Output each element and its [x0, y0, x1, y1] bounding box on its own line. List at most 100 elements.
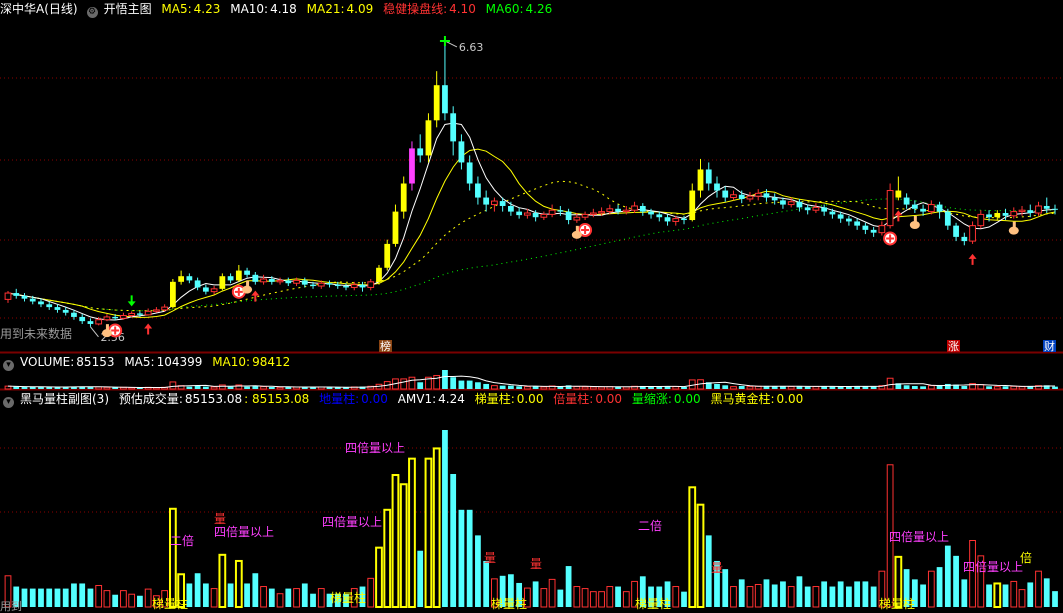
sub-volume-bar: [276, 593, 284, 608]
candle: [540, 211, 548, 221]
shrink-value: 0.00: [673, 392, 701, 406]
sub-volume-bar: [920, 584, 926, 607]
ma10-line: [7, 148, 1056, 318]
vol-ma5-value: 104399: [156, 355, 203, 369]
volume-bar: [944, 383, 951, 389]
candle: [87, 318, 94, 327]
candle: [870, 227, 877, 237]
sub-volume-bar: [103, 590, 111, 608]
sub-volume-bar: [54, 588, 61, 607]
volume-value: 85153: [76, 355, 115, 369]
sub-volume-bar: [218, 553, 227, 608]
sub-volume-bar: [746, 586, 754, 608]
sub-volume-bar: [38, 588, 44, 607]
sub-volume-bar: [367, 577, 375, 608]
candle: [367, 279, 375, 291]
high-price-label: 6.63: [459, 41, 484, 54]
volume-bar: [450, 377, 457, 389]
sub-volume-bar: [62, 588, 69, 607]
volume-bar: [681, 386, 687, 389]
sub-volume-bar: [598, 591, 605, 608]
collapse-circle-icon[interactable]: ▾: [3, 360, 14, 371]
candle: [458, 134, 465, 170]
sub-volume-bar: [993, 582, 1002, 608]
bottom-note: 用到: [0, 600, 22, 613]
volume-bar: [986, 386, 992, 389]
candle: [169, 279, 176, 309]
volume-bar: [1018, 386, 1026, 390]
est-volume-label: 预估成交量:: [118, 392, 183, 406]
sub-volume-bar: [137, 595, 143, 607]
candle: [409, 141, 415, 191]
gold-value: 0.00: [776, 392, 804, 406]
sub-title[interactable]: 黑马量柱副图(3): [20, 392, 109, 406]
candle: [631, 201, 638, 214]
four-times-label: 四倍量以上: [963, 559, 1023, 574]
candle: [54, 304, 61, 313]
sub-volume-bar: [301, 583, 308, 607]
volume-bar: [112, 387, 119, 389]
candle: [4, 290, 12, 303]
ladder-label: 梯量柱:: [474, 392, 515, 406]
vol-ma5-label: MA5:: [124, 355, 155, 369]
ma60-label: MA60:: [485, 2, 524, 16]
volume-bar: [977, 384, 985, 390]
ma21-value: 4.09: [346, 2, 374, 16]
collapse-circle-icon[interactable]: ▾: [3, 397, 14, 408]
volume-bar: [746, 386, 754, 390]
ma21-line: [7, 180, 1056, 312]
candle: [202, 284, 209, 295]
vol-ma10-value: 98412: [252, 355, 291, 369]
sub-volume-bar: [244, 583, 250, 607]
sub-volume-bar: [29, 588, 36, 607]
sub-volume-bar: [846, 586, 852, 607]
volume-bar: [13, 386, 20, 389]
bei-label: 倍: [1020, 550, 1032, 565]
volume-bar: [714, 383, 720, 389]
candle: [161, 304, 169, 312]
sub-volume-bar: [1052, 591, 1058, 607]
volume-bar: [738, 385, 745, 389]
candle: [1010, 207, 1018, 219]
sub-volume-bar: [557, 589, 564, 607]
four-times-label: 四倍量以上: [322, 514, 382, 529]
four-times-label: 四倍量以上: [889, 529, 949, 544]
low-volume-value: 0.00: [361, 392, 388, 406]
sub-volume-bar: [1043, 578, 1050, 607]
candle: [944, 208, 951, 230]
ladder-value: 0.00: [516, 392, 544, 406]
candle: [350, 281, 358, 291]
settings-circle-icon[interactable]: ⚙: [86, 7, 98, 18]
sub-volume-bar: [615, 586, 621, 607]
volume-bar: [202, 386, 209, 389]
candle: [565, 208, 572, 225]
volume-bar: [483, 383, 490, 389]
template-name[interactable]: 开悟主图: [104, 2, 152, 16]
volume-bar: [268, 386, 275, 389]
sub-volume-bar: [202, 583, 209, 607]
volume-bar: [169, 381, 177, 390]
ladder-label: 梯量柱: [491, 596, 527, 611]
candle: [1035, 201, 1042, 216]
candle: [433, 71, 440, 128]
volume-bar: [886, 377, 894, 390]
up-arrow-icon: [968, 253, 977, 265]
stock-title[interactable]: 深中华A(日线): [0, 2, 78, 16]
sub-volume-bar: [837, 581, 844, 607]
buy-signal-icon: [883, 231, 898, 246]
sub-volume-bar: [1027, 582, 1034, 607]
candle: [780, 197, 786, 209]
volume-bar: [1010, 385, 1018, 390]
volume-bar: [903, 385, 910, 389]
low-volume-label: 地量柱:: [319, 392, 360, 406]
four-times-label: 四倍量以上: [214, 524, 274, 539]
candle: [285, 277, 292, 287]
candle: [491, 197, 498, 212]
candle: [977, 210, 985, 229]
volume-bar: [829, 386, 836, 389]
sub-volume-bar: [424, 457, 433, 608]
sub-volume-bar: [532, 581, 539, 607]
candle: [392, 204, 399, 247]
candle: [557, 205, 564, 216]
volume-bar: [38, 386, 44, 389]
